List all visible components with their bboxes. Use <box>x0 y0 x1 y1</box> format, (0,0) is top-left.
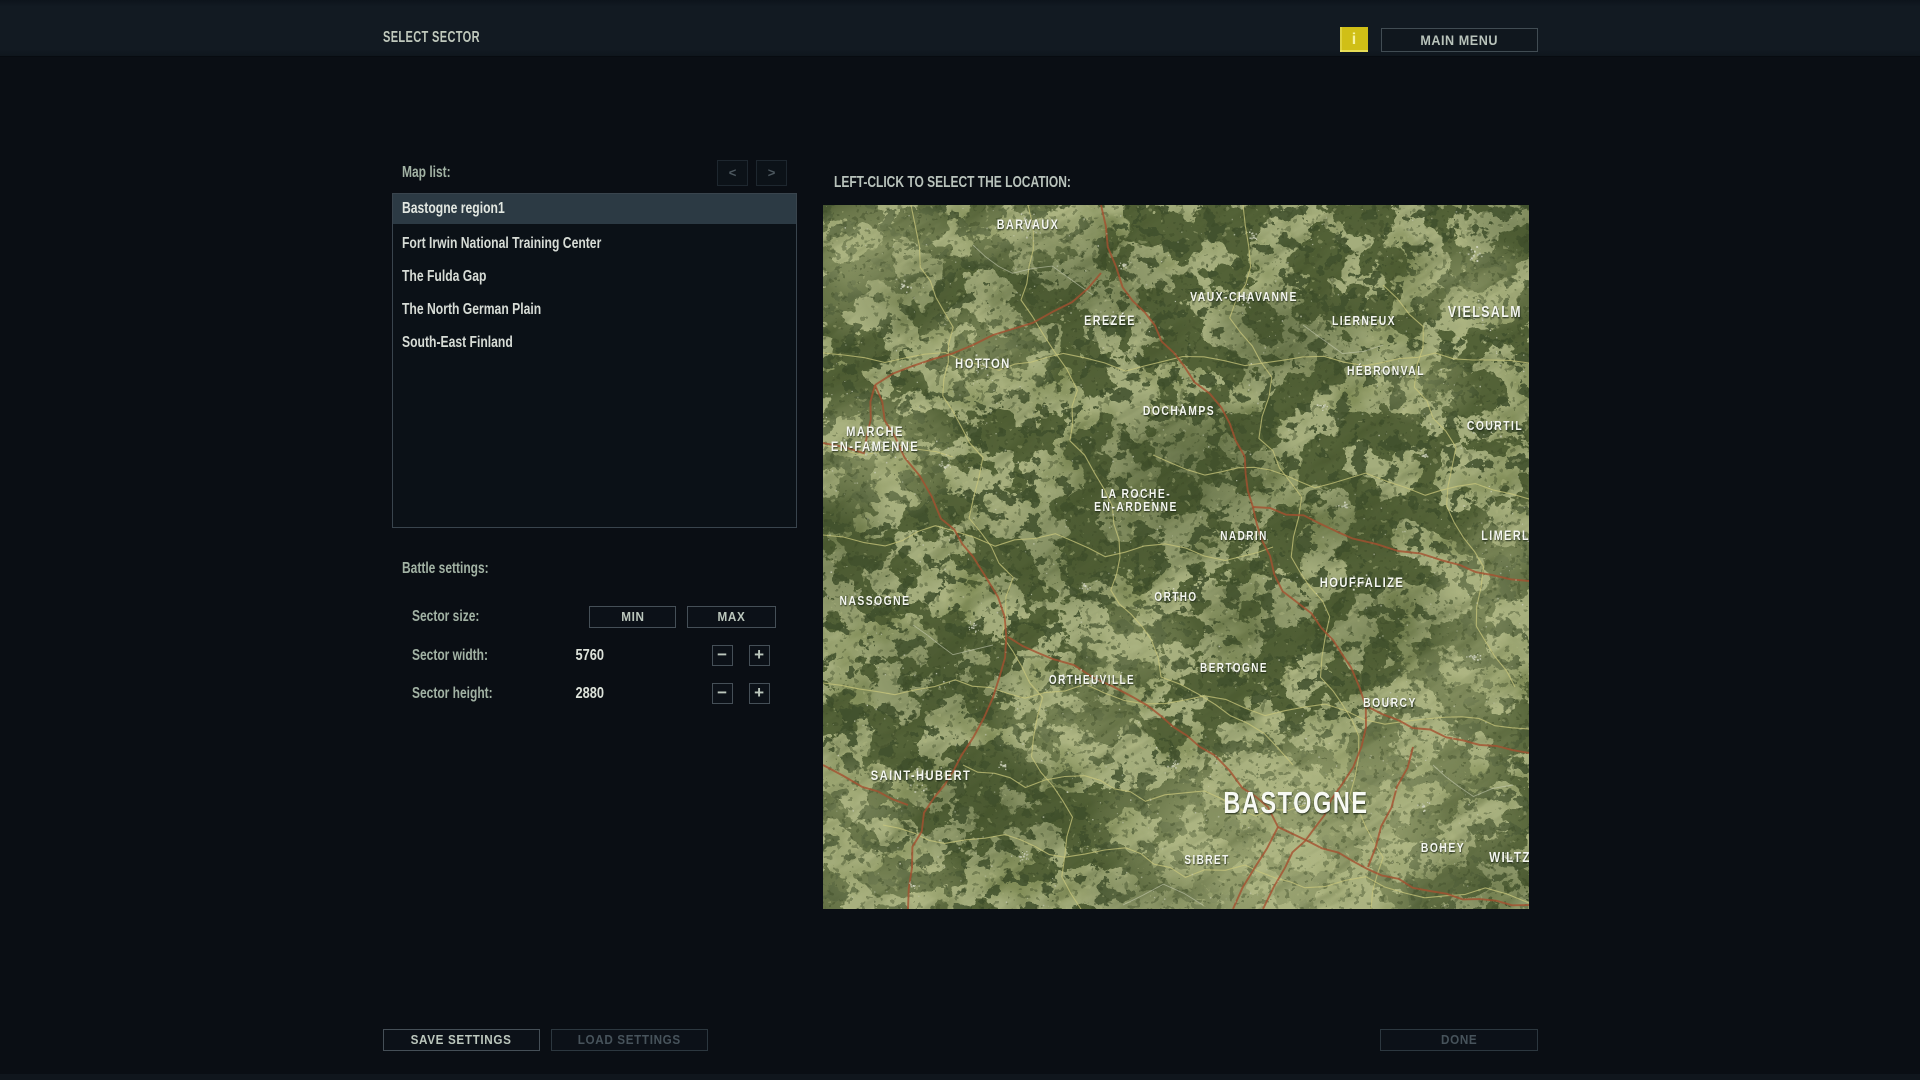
svg-text:BASTOGNE: BASTOGNE <box>1223 785 1368 820</box>
svg-text:WILTZ: WILTZ <box>1489 849 1529 866</box>
svg-text:SAINT-HUBERT: SAINT-HUBERT <box>871 768 972 783</box>
svg-text:BOHEY: BOHEY <box>1421 841 1465 855</box>
svg-text:BERTOGNE: BERTOGNE <box>1200 662 1268 675</box>
svg-text:DOCHAMPS: DOCHAMPS <box>1143 404 1215 418</box>
svg-text:COURTIL: COURTIL <box>1467 419 1523 433</box>
svg-text:NADRIN: NADRIN <box>1220 530 1267 543</box>
svg-text:EREZÉE: EREZÉE <box>1084 312 1136 329</box>
svg-text:NASSOGNE: NASSOGNE <box>839 594 910 608</box>
svg-text:HÉBRONVAL: HÉBRONVAL <box>1347 364 1425 378</box>
svg-text:EN-ARDENNE: EN-ARDENNE <box>1094 500 1178 514</box>
svg-text:HOUFFALIZE: HOUFFALIZE <box>1320 575 1405 590</box>
svg-text:LIERNEUX: LIERNEUX <box>1332 314 1396 328</box>
svg-text:ORTHEUVILLE: ORTHEUVILLE <box>1049 674 1135 687</box>
svg-text:SIBRET: SIBRET <box>1184 854 1229 867</box>
svg-text:LIMERLÉ: LIMERLÉ <box>1481 527 1529 544</box>
svg-text:BARVAUX: BARVAUX <box>997 217 1059 232</box>
svg-text:EN-FAMENNE: EN-FAMENNE <box>831 439 919 454</box>
svg-text:MARCHE: MARCHE <box>846 424 904 439</box>
svg-text:ORTHO: ORTHO <box>1154 591 1197 604</box>
svg-text:HOTTON: HOTTON <box>955 356 1011 371</box>
svg-text:VAUX-CHAVANNE: VAUX-CHAVANNE <box>1190 290 1298 304</box>
svg-text:VIELSALM: VIELSALM <box>1448 303 1522 321</box>
svg-text:BOURCY: BOURCY <box>1363 696 1417 710</box>
